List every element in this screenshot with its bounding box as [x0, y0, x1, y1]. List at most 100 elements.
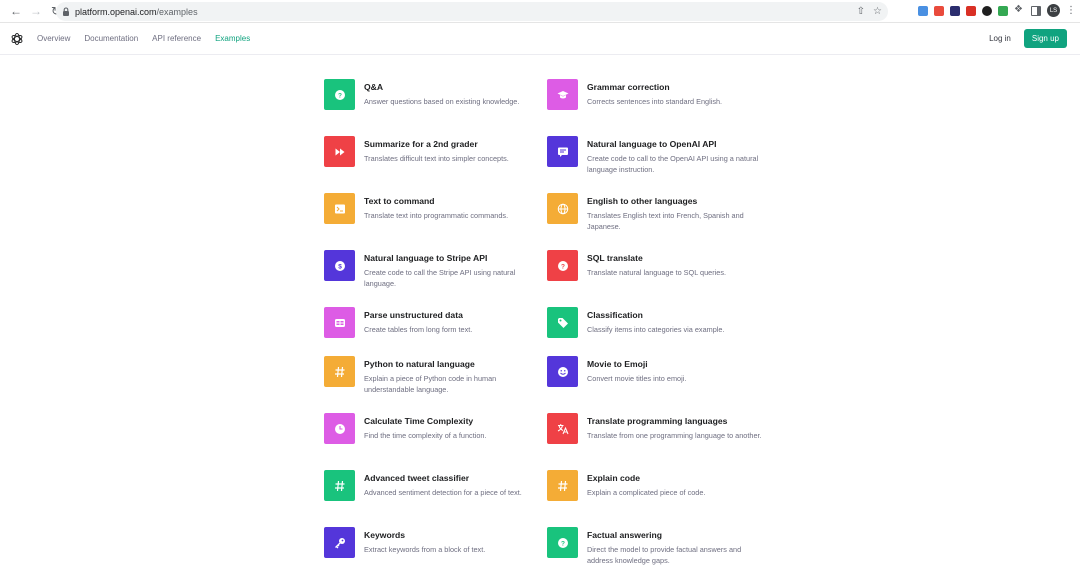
extension-icon[interactable] — [934, 5, 944, 16]
example-title: Movie to Emoji — [587, 359, 648, 369]
clock-icon — [324, 413, 355, 444]
extension-icon[interactable] — [950, 5, 960, 16]
example-title: Natural language to Stripe API — [364, 253, 488, 263]
example-title: Advanced tweet classifier — [364, 473, 470, 483]
smiley-icon — [547, 356, 578, 387]
example-title: Classification — [587, 310, 643, 320]
example-description: Translate text into programmatic command… — [364, 211, 509, 220]
openai-logo-icon[interactable] — [10, 32, 24, 46]
tag-icon — [547, 307, 578, 338]
example-title: Summarize for a 2nd grader — [364, 139, 478, 149]
example-title: Natural language to OpenAI API — [587, 139, 717, 149]
nav-overview[interactable]: Overview — [37, 34, 70, 43]
extensions-area: ❖ LS ⋮ — [918, 4, 1076, 17]
dollar-icon: $ — [324, 250, 355, 281]
globe-icon — [547, 193, 578, 224]
example-title: Grammar correction — [587, 82, 670, 92]
profile-avatar[interactable]: LS — [1047, 4, 1060, 17]
example-description: Classify items into categories via examp… — [587, 325, 725, 334]
example-description: Create code to call the Stripe API using… — [364, 268, 516, 288]
example-card[interactable]: Explain code Explain a complicated piece … — [547, 470, 762, 501]
table-icon — [324, 307, 355, 338]
example-description: Convert movie titles into emoji. — [587, 374, 687, 383]
extension-icon[interactable] — [982, 5, 992, 16]
translate-icon — [547, 413, 578, 444]
example-card[interactable]: Grammar correction Corrects sentences int… — [547, 79, 762, 110]
share-icon[interactable]: ⇧ — [857, 6, 865, 17]
example-description: Create code to call to the OpenAI API us… — [587, 154, 759, 174]
example-card[interactable]: Translate programming languages Translate… — [547, 413, 762, 444]
example-card[interactable]: Movie to Emoji Convert movie titles into … — [547, 356, 762, 387]
extension-icon[interactable] — [998, 5, 1008, 16]
extension-icon[interactable] — [966, 5, 976, 16]
question-icon: ? — [547, 527, 578, 558]
example-card[interactable]: ? Factual answering Direct the model to pr… — [547, 527, 762, 566]
question-icon: ? — [547, 250, 578, 281]
bookmark-star-icon[interactable]: ☆ — [873, 6, 882, 17]
address-bar[interactable]: platform.openai.com/examples ⇧ ☆ — [56, 2, 888, 21]
signup-button[interactable]: Sign up — [1023, 29, 1067, 48]
example-description: Translates difficult text into simpler c… — [364, 154, 509, 163]
example-title: SQL translate — [587, 253, 643, 263]
example-description: Create tables from long form text. — [364, 325, 473, 334]
example-title: Parse unstructured data — [364, 310, 463, 320]
example-description: Translate natural language to SQL querie… — [587, 268, 726, 277]
example-title: Text to command — [364, 196, 435, 206]
example-description: Corrects sentences into standard English… — [587, 97, 723, 106]
hash-icon — [547, 470, 578, 501]
example-description: Extract keywords from a block of text. — [364, 545, 486, 554]
browser-toolbar: ← → ↻ platform.openai.com/examples ⇧ ☆ ❖… — [0, 0, 1080, 23]
example-card[interactable]: English to other languages Translates Eng… — [547, 193, 762, 232]
hash-icon — [324, 470, 355, 501]
key-icon — [324, 527, 355, 558]
example-description: Explain a piece of Python code in human … — [364, 374, 497, 394]
example-description: Explain a complicated piece of code. — [587, 488, 706, 497]
extension-icon[interactable] — [918, 5, 928, 16]
example-description: Advanced sentiment detection for a piece… — [364, 488, 522, 497]
example-description: Translates English text into French, Spa… — [587, 211, 744, 231]
example-title: Factual answering — [587, 530, 662, 540]
forward-icon[interactable]: → — [28, 3, 44, 19]
example-card[interactable]: Classification Classify items into catego… — [547, 307, 762, 338]
example-card[interactable]: Summarize for a 2nd grader Translates dif… — [324, 136, 539, 167]
example-card[interactable]: Calculate Time Complexity Find the time c… — [324, 413, 539, 444]
lock-icon — [63, 7, 69, 16]
svg-text:?: ? — [561, 263, 565, 270]
example-card[interactable]: ? SQL translate Translate natural language… — [547, 250, 762, 281]
hash-icon — [324, 356, 355, 387]
back-icon[interactable]: ← — [8, 3, 24, 19]
example-card[interactable]: Text to command Translate text into progr… — [324, 193, 539, 224]
site-header: Overview Documentation API reference Exa… — [0, 23, 1080, 55]
login-link[interactable]: Log in — [989, 34, 1011, 43]
example-title: Q&A — [364, 82, 384, 92]
example-card[interactable]: ? Q&A Answer questions based on existing k… — [324, 79, 539, 110]
extensions-puzzle-icon[interactable]: ❖ — [1014, 5, 1025, 16]
url-host: platform.openai.com — [75, 6, 157, 17]
nav-documentation[interactable]: Documentation — [84, 34, 138, 43]
example-card[interactable]: Natural language to OpenAI API Create cod… — [547, 136, 762, 175]
svg-text:?: ? — [338, 92, 342, 99]
example-card[interactable]: Python to natural language Explain a piec… — [324, 356, 539, 395]
example-card[interactable]: Keywords Extract keywords from a block of… — [324, 527, 539, 558]
example-description: Translate from one programming language … — [587, 431, 762, 440]
nav-examples[interactable]: Examples — [215, 34, 250, 43]
example-card[interactable]: Parse unstructured data Create tables fro… — [324, 307, 539, 338]
example-title: Explain code — [587, 473, 641, 483]
example-title: Translate programming languages — [587, 416, 728, 426]
terminal-icon — [324, 193, 355, 224]
example-description: Direct the model to provide factual answ… — [587, 545, 742, 565]
graduation-cap-icon — [547, 79, 578, 110]
svg-text:$: $ — [338, 263, 342, 270]
menu-kebab-icon[interactable]: ⋮ — [1066, 5, 1076, 16]
example-card[interactable]: Advanced tweet classifier Advanced sentim… — [324, 470, 539, 501]
nav-api-reference[interactable]: API reference — [152, 34, 201, 43]
example-title: Calculate Time Complexity — [364, 416, 474, 426]
side-panel-icon[interactable] — [1031, 5, 1041, 16]
example-title: English to other languages — [587, 196, 698, 206]
example-card[interactable]: $ Natural language to Stripe API Create co… — [324, 250, 539, 289]
chat-bubble-icon — [547, 136, 578, 167]
svg-text:?: ? — [561, 540, 565, 547]
question-icon: ? — [324, 79, 355, 110]
example-description: Find the time complexity of a function. — [364, 431, 487, 440]
example-title: Keywords — [364, 530, 406, 540]
